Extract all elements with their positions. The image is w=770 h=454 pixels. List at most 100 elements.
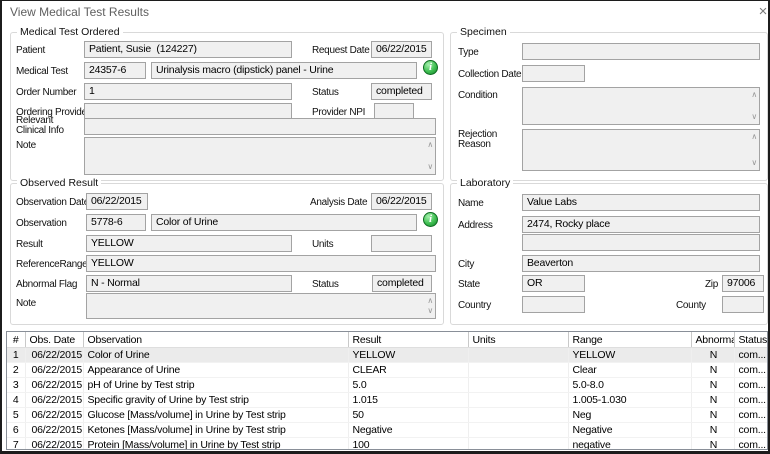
specimen-type-field[interactable]	[522, 43, 760, 60]
lab-zip-field[interactable]: 97006	[722, 275, 764, 292]
medical-test-code-field[interactable]: 24357-6	[84, 62, 146, 79]
observation-info-icon[interactable]	[423, 212, 438, 227]
table-row[interactable]: 406/22/2015Specific gravity of Urine by …	[7, 393, 767, 408]
table-cell: 3	[7, 378, 25, 393]
table-cell: com...	[734, 438, 767, 451]
scroll-up-icon[interactable]	[427, 141, 433, 149]
table-cell: 06/22/2015	[25, 363, 83, 378]
collection-date-field[interactable]	[522, 65, 585, 82]
table-cell: N	[691, 423, 734, 438]
table-cell	[468, 423, 568, 438]
table-cell: 6	[7, 423, 25, 438]
lab-zip-label: Zip	[705, 279, 718, 290]
observation-date-label: Observation Date	[16, 197, 89, 208]
table-row[interactable]: 706/22/2015Protein [Mass/volume] in Urin…	[7, 438, 767, 451]
table-cell: 7	[7, 438, 25, 451]
table-row[interactable]: 106/22/2015Color of UrineYELLOWYELLOWNco…	[7, 348, 767, 363]
lab-address2-field[interactable]	[522, 234, 760, 251]
order-note-field[interactable]	[84, 137, 436, 175]
lab-country-field[interactable]	[522, 296, 585, 313]
column-header-[interactable]: #	[7, 332, 25, 348]
analysis-date-field[interactable]: 06/22/2015	[371, 193, 432, 210]
patient-label: Patient	[16, 45, 45, 56]
table-cell: com...	[734, 363, 767, 378]
result-field[interactable]: YELLOW	[86, 235, 292, 252]
observation-code-field[interactable]: 5778-6	[86, 214, 146, 231]
medical-test-ordered-group-title: Medical Test Ordered	[17, 26, 123, 38]
scroll-down-icon[interactable]	[427, 163, 433, 171]
view-medical-test-results-dialog: View Medical Test Results × Medical Test…	[0, 0, 770, 454]
table-row[interactable]: 606/22/2015Ketones [Mass/volume] in Urin…	[7, 423, 767, 438]
table-cell: Negative	[568, 423, 691, 438]
column-header-result[interactable]: Result	[348, 332, 468, 348]
order-status-field[interactable]: completed	[371, 83, 432, 100]
table-cell: YELLOW	[568, 348, 691, 363]
order-status-label: Status	[312, 87, 339, 98]
scroll-up-icon[interactable]	[751, 133, 757, 141]
observation-label: Observation	[16, 218, 67, 229]
observation-description-field[interactable]: Color of Urine	[151, 214, 417, 231]
patient-field[interactable]: Patient, Susie (124227)	[84, 41, 292, 58]
condition-field[interactable]	[522, 87, 760, 125]
table-cell: 06/22/2015	[25, 378, 83, 393]
order-number-label: Order Number	[16, 87, 76, 98]
column-header-units[interactable]: Units	[468, 332, 568, 348]
lab-address-field[interactable]: 2474, Rocky place	[522, 216, 760, 233]
medical-test-description-field[interactable]: Urinalysis macro (dipstick) panel - Urin…	[151, 62, 417, 79]
lab-county-field[interactable]	[722, 296, 764, 313]
table-cell: 5	[7, 408, 25, 423]
table-row[interactable]: 206/22/2015Appearance of UrineCLEARClear…	[7, 363, 767, 378]
scroll-up-icon[interactable]	[427, 297, 433, 305]
table-cell: Neg	[568, 408, 691, 423]
table-cell: 5.0-8.0	[568, 378, 691, 393]
table-cell: N	[691, 378, 734, 393]
table-cell: CLEAR	[348, 363, 468, 378]
scroll-down-icon[interactable]	[751, 113, 757, 121]
rejection-reason-field[interactable]	[522, 129, 760, 171]
request-date-field[interactable]: 06/22/2015	[371, 41, 432, 58]
table-cell	[468, 363, 568, 378]
units-field[interactable]	[371, 235, 432, 252]
result-status-field[interactable]: completed	[372, 275, 432, 292]
relevant-clinical-info-field[interactable]	[84, 118, 436, 135]
close-icon[interactable]: ×	[754, 3, 770, 21]
observation-date-field[interactable]: 06/22/2015	[86, 193, 148, 210]
scroll-down-icon[interactable]	[427, 307, 433, 315]
units-label: Units	[312, 239, 333, 250]
order-note-label: Note	[16, 140, 36, 151]
lab-name-field[interactable]: Value Labs	[522, 194, 760, 211]
column-header-observation[interactable]: Observation	[83, 332, 348, 348]
lab-city-field[interactable]: Beaverton	[522, 255, 760, 272]
lab-state-field[interactable]: OR	[522, 275, 585, 292]
observed-result-group-title: Observed Result	[17, 177, 101, 189]
abnormal-flag-field[interactable]: N - Normal	[86, 275, 292, 292]
table-cell: Protein [Mass/volume] in Urine by Test s…	[83, 438, 348, 451]
table-cell: 1.015	[348, 393, 468, 408]
column-header-obs-date[interactable]: Obs. Date	[25, 332, 83, 348]
reference-range-field[interactable]: YELLOW	[86, 255, 436, 272]
result-note-field[interactable]	[86, 293, 436, 319]
table-cell: 5.0	[348, 378, 468, 393]
lab-state-label: State	[458, 279, 480, 290]
table-row[interactable]: 306/22/2015pH of Urine by Test strip5.05…	[7, 378, 767, 393]
table-cell: Specific gravity of Urine by Test strip	[83, 393, 348, 408]
condition-label: Condition	[458, 90, 498, 101]
table-cell	[468, 378, 568, 393]
specimen-type-label: Type	[458, 47, 478, 58]
medical-test-info-icon[interactable]	[423, 60, 438, 75]
table-row[interactable]: 506/22/2015Glucose [Mass/volume] in Urin…	[7, 408, 767, 423]
results-table-body: 106/22/2015Color of UrineYELLOWYELLOWNco…	[7, 348, 767, 451]
order-number-field[interactable]: 1	[84, 83, 292, 100]
table-cell: negative	[568, 438, 691, 451]
column-header-status[interactable]: Status	[734, 332, 767, 348]
table-cell: 06/22/2015	[25, 438, 83, 451]
column-header-abnormal[interactable]: Abnormal	[691, 332, 734, 348]
table-cell: 06/22/2015	[25, 408, 83, 423]
table-cell	[468, 348, 568, 363]
table-cell: 1	[7, 348, 25, 363]
scroll-down-icon[interactable]	[751, 159, 757, 167]
title-bar: View Medical Test Results ×	[2, 1, 768, 23]
scroll-up-icon[interactable]	[751, 91, 757, 99]
column-header-range[interactable]: Range	[568, 332, 691, 348]
lab-country-label: Country	[458, 300, 491, 311]
